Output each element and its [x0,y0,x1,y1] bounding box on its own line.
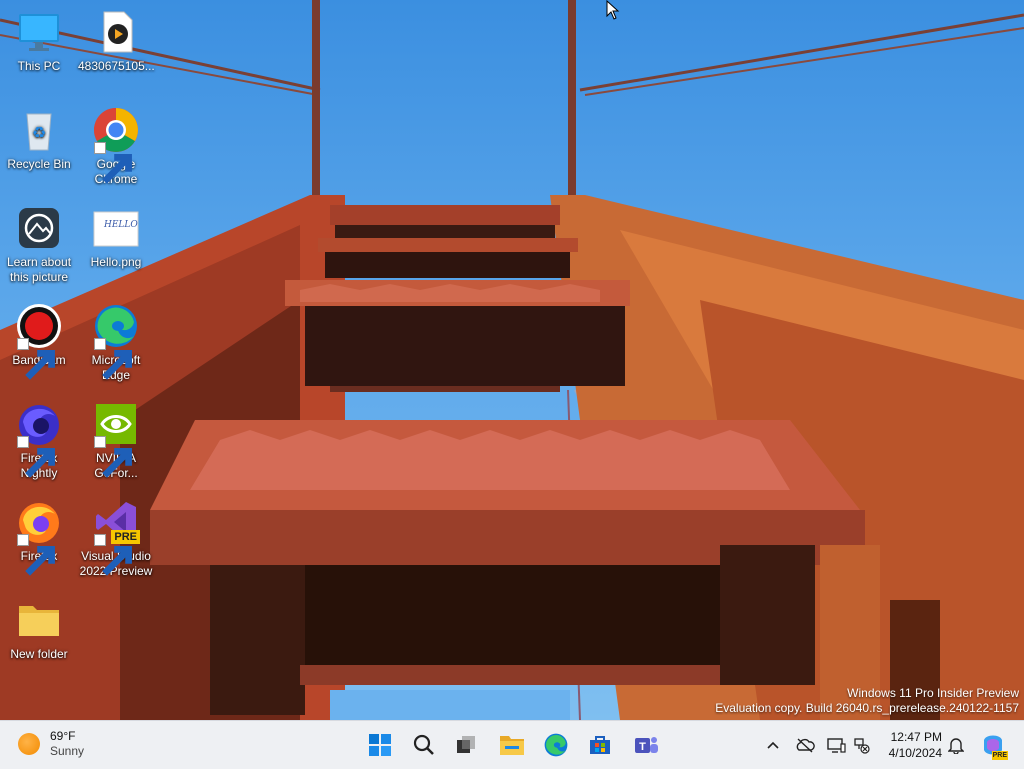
video-file-icon [92,8,140,56]
firefox-nightly-icon-item[interactable]: Firefox Nightly [1,400,77,481]
shortcut-arrow-icon [17,338,55,380]
shortcut-arrow-icon [17,534,55,576]
nvidia-icon [92,400,140,478]
desktop[interactable]: This PC 4830675105... ♻ Recycle Bin Goog… [0,0,1024,720]
shortcut-arrow-icon [94,338,132,380]
clock-button[interactable]: 12:47 PM 4/10/2024 [880,729,942,761]
clock-date: 4/10/2024 [888,746,942,760]
svg-text:T: T [639,741,646,753]
chevron-up-icon [767,741,779,749]
visual-studio-icon-item[interactable]: PRE Visual Studio 2022 Preview [78,498,154,579]
firefox-icon [15,498,63,576]
store-button[interactable] [582,727,618,763]
desktop-icon-label: 4830675105... [78,59,155,73]
new-folder-icon-item[interactable]: New folder [1,596,77,662]
taskbar: 69°F Sunny T 12:47 PM 4/10/2024 PRE [0,720,1024,769]
teams-icon: T [635,737,658,753]
microsoft-edge-icon-item[interactable]: Microsoft Edge [78,302,154,383]
network-disconnected-icon [854,738,870,754]
weather-temperature: 69°F [50,729,76,743]
edge-icon [544,733,568,757]
desktop-icon-label: New folder [10,647,68,661]
svg-text:♻: ♻ [32,123,46,142]
sun-icon [18,733,40,755]
start-icon [369,734,391,756]
clock-time: 12:47 PM [890,730,942,744]
teams-button[interactable]: T [628,727,664,763]
file-explorer-button[interactable] [494,727,530,763]
edge-taskbar-button[interactable] [538,727,574,763]
copilot-button[interactable]: PRE [980,732,1008,760]
firefox-nightly-icon [15,400,63,478]
watermark-line1: Windows 11 Pro Insider Preview [847,686,1019,700]
shortcut-arrow-icon [17,436,55,478]
store-icon [590,736,610,754]
network-button[interactable] [852,735,872,755]
task-view-button[interactable] [448,727,484,763]
desktop-icon-label: This PC [17,59,61,73]
bell-icon [948,738,964,754]
desktop-icon-label: Learn about this picture [6,255,72,284]
mouse-cursor-icon [606,0,620,20]
shortcut-arrow-icon [94,142,132,184]
desktop-icon-label: Hello.png [90,255,142,269]
monitor-icon [15,8,63,56]
recycle-bin-icon-item[interactable]: ♻ Recycle Bin [1,106,77,172]
display-icon [827,738,846,753]
chrome-icon [92,106,140,184]
search-button[interactable] [406,727,442,763]
folder-icon [15,596,63,644]
search-icon [413,734,434,755]
watermark-line2: Evaluation copy. Build 26040.rs_prerelea… [715,701,1019,715]
learn-picture-icon [15,204,63,252]
shortcut-arrow-icon [94,534,132,576]
hello-png-icon-item[interactable]: HELLO Hello.png [78,204,154,270]
onedrive-button[interactable] [795,735,815,755]
display-button[interactable] [826,735,846,755]
google-chrome-icon-item[interactable]: Google Chrome [78,106,154,187]
notifications-button[interactable] [946,735,966,755]
file-explorer-icon [500,736,524,755]
learn-about-picture-icon-item[interactable]: Learn about this picture [1,204,77,285]
visual-studio-icon: PRE [92,498,140,576]
task-view-icon [457,736,475,753]
copilot-preview-badge: PRE [991,751,1008,760]
start-button[interactable] [362,727,398,763]
onedrive-offline-icon [796,738,815,753]
edge-icon [92,302,140,380]
recycle-bin-icon: ♻ [15,106,63,154]
evaluation-watermark: Windows 11 Pro Insider Preview Evaluatio… [715,686,1019,716]
show-hidden-icons-button[interactable] [763,735,783,755]
weather-widget[interactable]: 69°F Sunny [18,729,84,759]
bandicam-icon-item[interactable]: Bandicam [1,302,77,380]
this-pc-icon-item[interactable]: This PC [1,8,77,74]
bandicam-icon [15,302,63,380]
weather-condition: Sunny [50,744,85,758]
nvidia-geforce-icon-item[interactable]: NVIDIA GeFor... [78,400,154,481]
image-thumbnail-text: HELLO [104,220,138,230]
firefox-icon-item[interactable]: Firefox [1,498,77,576]
image-file-icon: HELLO [92,204,140,252]
video-file-icon-item[interactable]: 4830675105... [78,8,155,74]
desktop-icon-label: Recycle Bin [7,157,71,171]
shortcut-arrow-icon [94,436,132,478]
